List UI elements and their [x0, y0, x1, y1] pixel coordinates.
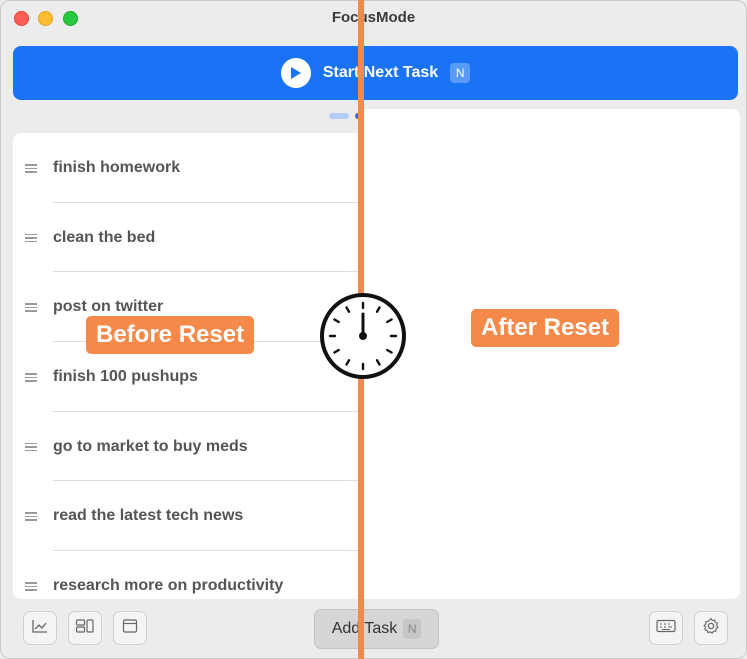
drag-handle-icon[interactable] — [25, 233, 37, 243]
task-row[interactable]: finish homework — [13, 133, 363, 203]
add-task-label: Add Task — [331, 620, 398, 637]
task-label: research more on productivity — [53, 577, 284, 595]
task-row[interactable]: read the latest tech news — [13, 481, 363, 552]
drag-handle-icon[interactable] — [25, 442, 37, 452]
keyboard-icon — [656, 619, 676, 638]
window-title: FocusMode — [331, 9, 416, 26]
task-list: finish homework clean the bed post on tw… — [13, 133, 363, 599]
keyboard-shortcuts-button[interactable] — [649, 611, 683, 645]
title-bar: FocusMode — [1, 1, 746, 37]
drag-handle-icon[interactable] — [25, 373, 37, 382]
task-row[interactable]: research more on productivity — [13, 551, 363, 599]
add-task-shortcut-badge: N — [403, 619, 422, 639]
layout-icon — [75, 618, 95, 639]
play-icon — [280, 58, 311, 88]
after-reset-label: After Reset — [471, 309, 620, 347]
task-label: go to market to buy meds — [53, 437, 248, 455]
task-label: clean the bed — [53, 228, 156, 246]
page-indicator[interactable] — [329, 113, 361, 119]
page-dot[interactable] — [329, 113, 349, 119]
drag-handle-icon[interactable] — [25, 164, 37, 173]
gear-icon — [702, 617, 720, 640]
task-label: finish homework — [53, 159, 181, 176]
task-row[interactable]: go to market to buy meds — [13, 412, 363, 482]
task-label: post on twitter — [53, 298, 164, 316]
clock-icon — [319, 292, 407, 380]
start-next-task-button[interactable]: Start Next Task N — [13, 46, 738, 100]
task-label: read the latest tech news — [53, 507, 244, 525]
drag-handle-icon[interactable] — [25, 512, 37, 521]
task-row[interactable]: clean the bed — [13, 203, 363, 273]
start-button-label: Start Next Task — [322, 64, 439, 81]
shortcut-badge: N — [450, 63, 471, 83]
stats-button[interactable] — [23, 611, 57, 645]
drag-handle-icon[interactable] — [25, 303, 37, 312]
chart-icon — [31, 618, 49, 639]
task-list-panel: finish homework clean the bed post on tw… — [13, 133, 363, 599]
before-reset-label: Before Reset — [86, 316, 255, 354]
task-label: finish 100 pushups — [53, 368, 198, 386]
window-button[interactable] — [113, 611, 147, 645]
layout-button[interactable] — [68, 611, 102, 645]
drag-handle-icon[interactable] — [25, 582, 37, 591]
empty-task-panel — [363, 109, 740, 599]
settings-button[interactable] — [694, 611, 728, 645]
add-task-button[interactable]: Add Task N — [314, 609, 439, 649]
window-icon — [122, 618, 138, 639]
